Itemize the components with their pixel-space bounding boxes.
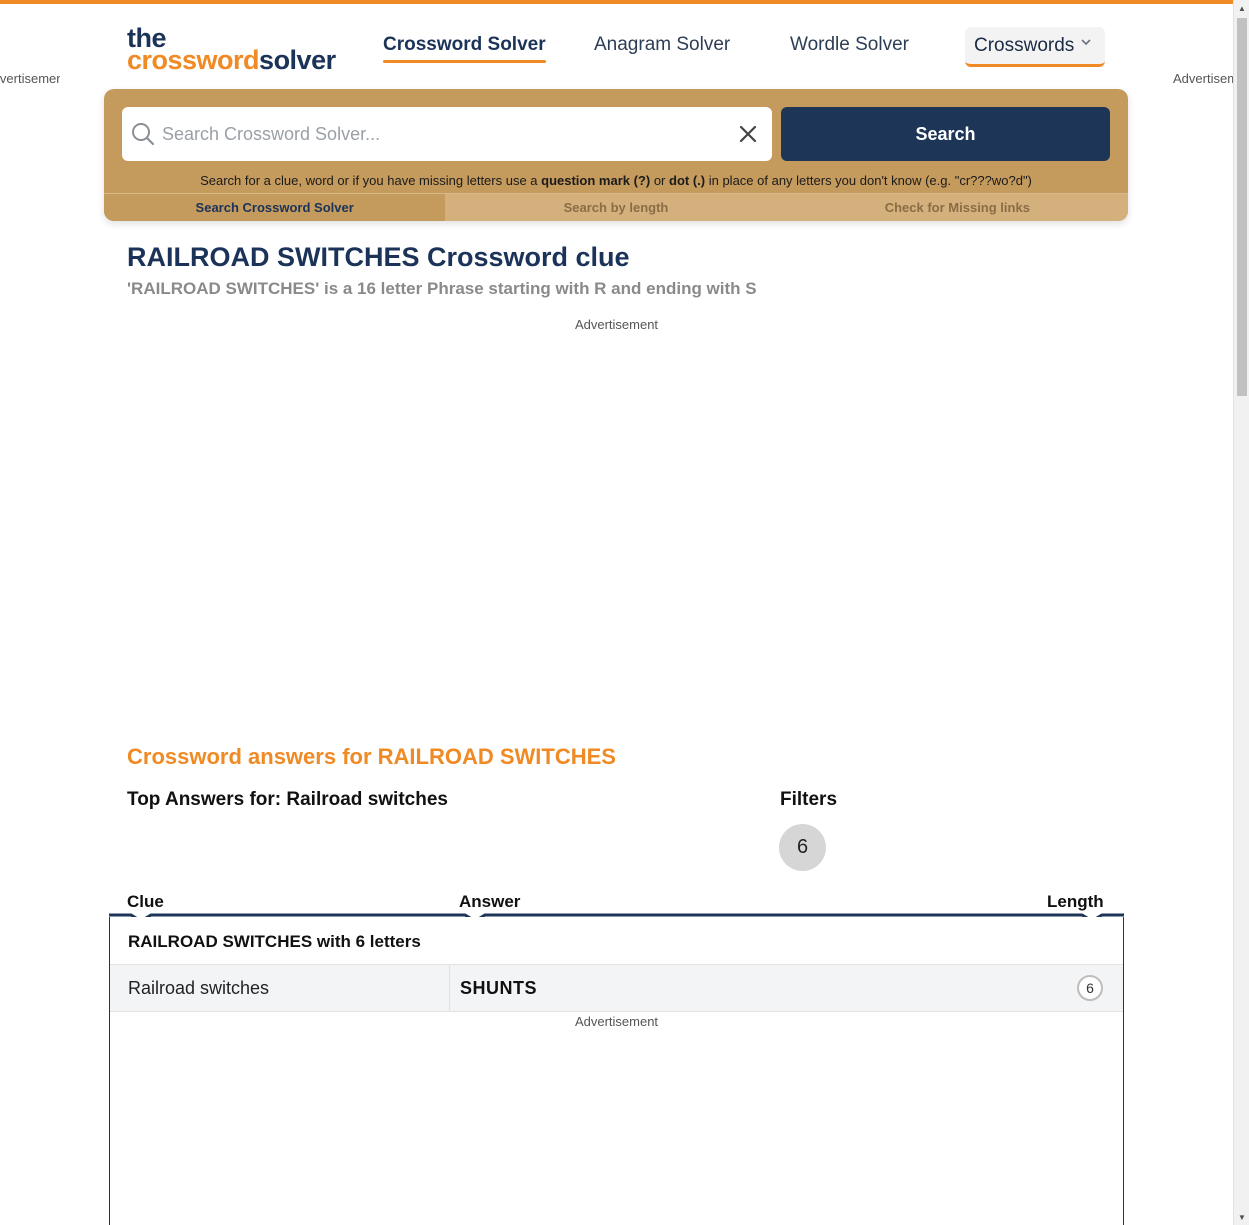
row-clue: Railroad switches [110,965,450,1011]
search-input[interactable] [162,116,722,152]
search-mode-tabs: Search Crossword Solver Search by length… [104,193,1128,221]
top-accent-stripe [0,0,1233,4]
right-side-advertisement: Advertisement [1173,71,1233,86]
row-length-badge: 6 [1077,975,1103,1001]
nav-anagram-solver[interactable]: Anagram Solver [594,34,730,56]
search-panel: Search Search for a clue, word or if you… [104,89,1128,221]
hint-dot: dot (.) [669,173,706,188]
left-ad-label: Advertisement [0,71,60,86]
scrollbar-thumb[interactable] [1237,18,1247,396]
filters-label: Filters [780,789,838,810]
row-answer[interactable]: SHUNTS [460,965,537,1011]
search-button[interactable]: Search [781,107,1110,161]
column-header-length: Length [1047,892,1104,911]
scroll-down-arrow-icon[interactable]: ▼ [1234,1209,1249,1225]
search-icon [130,121,156,147]
tab-check-missing-links[interactable]: Check for Missing links [786,194,1128,221]
chevron-down-icon [1079,35,1093,52]
advertisement-label-table: Advertisement [574,1014,659,1029]
top-answers-label: Top Answers for: Railroad switches [127,789,448,810]
logo-word-solver: solver [259,45,336,76]
answers-table: RAILROAD SWITCHES with 6 letters Railroa… [109,917,1124,1225]
site-logo[interactable]: the crosswordsolver [127,24,336,74]
answers-heading: Crossword answers for RAILROAD SWITCHES [127,744,616,769]
clear-search-icon[interactable] [736,122,760,146]
column-header-answer: Answer [459,892,521,911]
hint-text-2: or [650,173,670,188]
page-title: RAILROAD SWITCHES Crossword clue [127,242,630,272]
scroll-up-arrow-icon[interactable]: ▲ [1234,0,1249,16]
column-header-clue: Clue [127,892,164,911]
page-subtitle: 'RAILROAD SWITCHES' is a 16 letter Phras… [127,279,757,298]
dropdown-label: Crosswords [974,34,1075,56]
nav-wordle-solver[interactable]: Wordle Solver [790,34,909,56]
search-hint: Search for a clue, word or if you have m… [104,173,1128,188]
nav-crossword-solver[interactable]: Crossword Solver [383,34,546,63]
left-side-advertisement: Advertisement [0,71,60,86]
tab-search-by-length[interactable]: Search by length [445,194,787,221]
tab-search-crossword-solver[interactable]: Search Crossword Solver [104,194,446,221]
table-row[interactable]: Railroad switches SHUNTS 6 [110,964,1123,1012]
page-scrollbar[interactable]: ▲ ▼ [1233,0,1249,1225]
hint-text-3: in place of any letters you don't know (… [705,173,1032,188]
advertisement-label-top: Advertisement [574,317,659,332]
right-ad-label: Advertisement [1173,71,1233,86]
answer-group-title: RAILROAD SWITCHES with 6 letters [128,932,421,951]
search-box [122,107,772,161]
length-filter-chip[interactable]: 6 [779,824,826,871]
hint-question-mark: question mark (?) [541,173,651,188]
nav-crosswords-dropdown[interactable]: Crosswords [965,27,1105,67]
hint-text-1: Search for a clue, word or if you have m… [200,173,542,188]
logo-line-2: crosswordsolver [127,47,336,74]
logo-word-crossword: crossword [127,45,260,76]
